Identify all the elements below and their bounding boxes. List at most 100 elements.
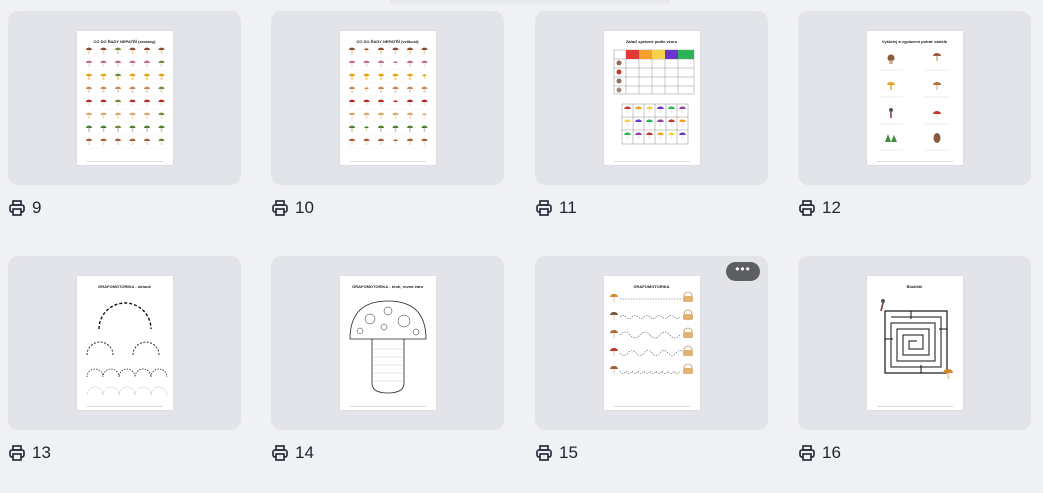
mushroom-icon [645,119,653,127]
mushroom-icon [392,100,398,105]
mushroom-icon [421,125,427,132]
mushroom-icon [363,138,369,145]
mushroom-icon [114,125,121,132]
worksheet-thumbnail[interactable]: CO DO ŘADY NEPATŘÍ (sestavy) [8,11,241,185]
mushroom-icon [129,99,135,106]
mushroom-icon [114,99,121,106]
worksheet-card-14[interactable]: GRAFOMOTORIKA - kruh, rovná čára 14 [271,256,504,463]
worksheet-title: GRAFOMOTORIKA - kruh, rovná čára [352,284,423,289]
mushroom-icon [129,73,135,80]
mushroom-icon [406,138,413,145]
mushroom-icon [363,99,369,106]
mushroom-icon [129,125,135,132]
mushroom-icon [129,138,135,145]
mushroom-icon [158,112,164,119]
mushroom-icon [609,293,618,303]
worksheet-thumbnail[interactable]: Vyškrtej a vyplavení potrať obdélk [798,11,1031,185]
worksheet-thumbnail[interactable]: GRAFOMOTORIKA - oblouk [8,256,241,430]
mushroom-icon [609,365,618,375]
mushroom-icon [421,99,427,106]
worksheet-card-13[interactable]: GRAFOMOTORIKA - oblouk 13 [8,256,241,463]
worksheet-thumbnail[interactable]: Zařaď správně podle vzoru [535,11,768,185]
mushroom-icon [114,47,121,54]
worksheet-card-12[interactable]: Vyškrtej a vyplavení potrať obdélk 12 [798,11,1031,218]
worksheet-label[interactable]: 16 [798,443,1031,463]
worksheet-card-15[interactable]: ••• GRAFOMOTORIKA 15 [535,256,768,463]
mushroom-icon [348,99,355,106]
mushroom-icon [406,60,413,67]
page-footer [876,406,953,407]
worksheet-card-9[interactable]: CO DO ŘADY NEPATŘÍ (sestavy) 9 [8,11,241,218]
worksheet-label[interactable]: 14 [271,443,504,463]
printer-icon[interactable] [8,199,26,217]
worksheet-preview: Vyškrtej a vyplavení potrať obdélk [866,31,963,165]
more-options-button[interactable]: ••• [726,262,760,281]
worksheet-label[interactable]: 10 [271,198,504,218]
mushroom-icon [363,60,369,67]
mushroom-icon [348,86,355,93]
mushroom-icon [158,99,164,106]
mushroom-icon [421,138,427,145]
worksheet-label[interactable]: 13 [8,443,241,463]
mushroom-icon [392,125,398,132]
mushroom-icon [85,99,92,106]
worksheet-card-16[interactable]: Bludiště 16 [798,256,1031,463]
mushroom-icon [85,125,92,132]
printer-icon[interactable] [271,199,289,217]
worksheet-thumbnail[interactable]: ••• GRAFOMOTORIKA [535,256,768,430]
mushroom-icon [143,47,150,54]
mushroom-icon [421,60,427,67]
mushroom-icon [421,86,427,93]
color-sorting-table-illustration [613,49,694,145]
worksheet-card-10[interactable]: CO DO ŘADY NEPATŘÍ (velikost) 10 [271,11,504,218]
basket-icon [682,363,693,374]
basket-icon [682,309,693,320]
page-footer [876,161,953,162]
mushroom-icon [114,60,121,67]
mushroom-icon [143,138,150,145]
printer-icon[interactable] [271,444,289,462]
mushroom-icon [406,125,413,132]
mushroom-icon [143,112,150,119]
mushroom-icon [363,126,369,131]
worksheet-thumbnail[interactable]: Bludiště [798,256,1031,430]
worksheet-label[interactable]: 12 [798,198,1031,218]
printer-icon[interactable] [8,444,26,462]
mushroom-icon [678,119,686,127]
worksheet-number: 13 [32,443,51,462]
printer-icon[interactable] [798,444,816,462]
worksheet-number: 10 [295,198,314,217]
worksheet-thumbnail[interactable]: GRAFOMOTORIKA - kruh, rovná čára [271,256,504,430]
printer-icon[interactable] [798,199,816,217]
worksheet-card-11[interactable]: Zařaď správně podle vzoru 11 [535,11,768,218]
mushroom-icon [421,47,427,54]
more-options-icon[interactable]: ••• [735,262,751,276]
mushroom-icon [348,112,355,119]
mushroom-rows-illustration [84,47,165,149]
mushroom-icon [348,138,355,145]
mushroom-icon [158,138,164,145]
line-tracing-illustration [609,291,693,375]
mushroom-icon [348,73,355,80]
worksheet-thumbnail[interactable]: CO DO ŘADY NEPATŘÍ (velikost) [271,11,504,185]
printer-icon[interactable] [535,199,553,217]
mushroom-icon [129,60,135,67]
mushroom-icon [158,86,164,93]
mushroom-icon [100,47,106,54]
mushroom-icon [667,106,675,114]
mushroom-icon [363,73,369,80]
mushroom-icon [678,106,686,114]
mushroom-icon [129,47,135,54]
mushroom-icon [406,99,413,106]
mushroom-icon [609,347,618,357]
worksheet-label[interactable]: 9 [8,198,241,218]
mushroom-icon [678,132,686,140]
mushroom-icon [158,47,164,54]
mushroom-icon [348,125,355,132]
mushroom-icon [623,119,631,127]
page-footer [349,406,426,407]
worksheet-label[interactable]: 15 [535,443,768,463]
worksheet-label[interactable]: 11 [535,198,768,218]
mushroom-icon [667,132,675,140]
printer-icon[interactable] [535,444,553,462]
